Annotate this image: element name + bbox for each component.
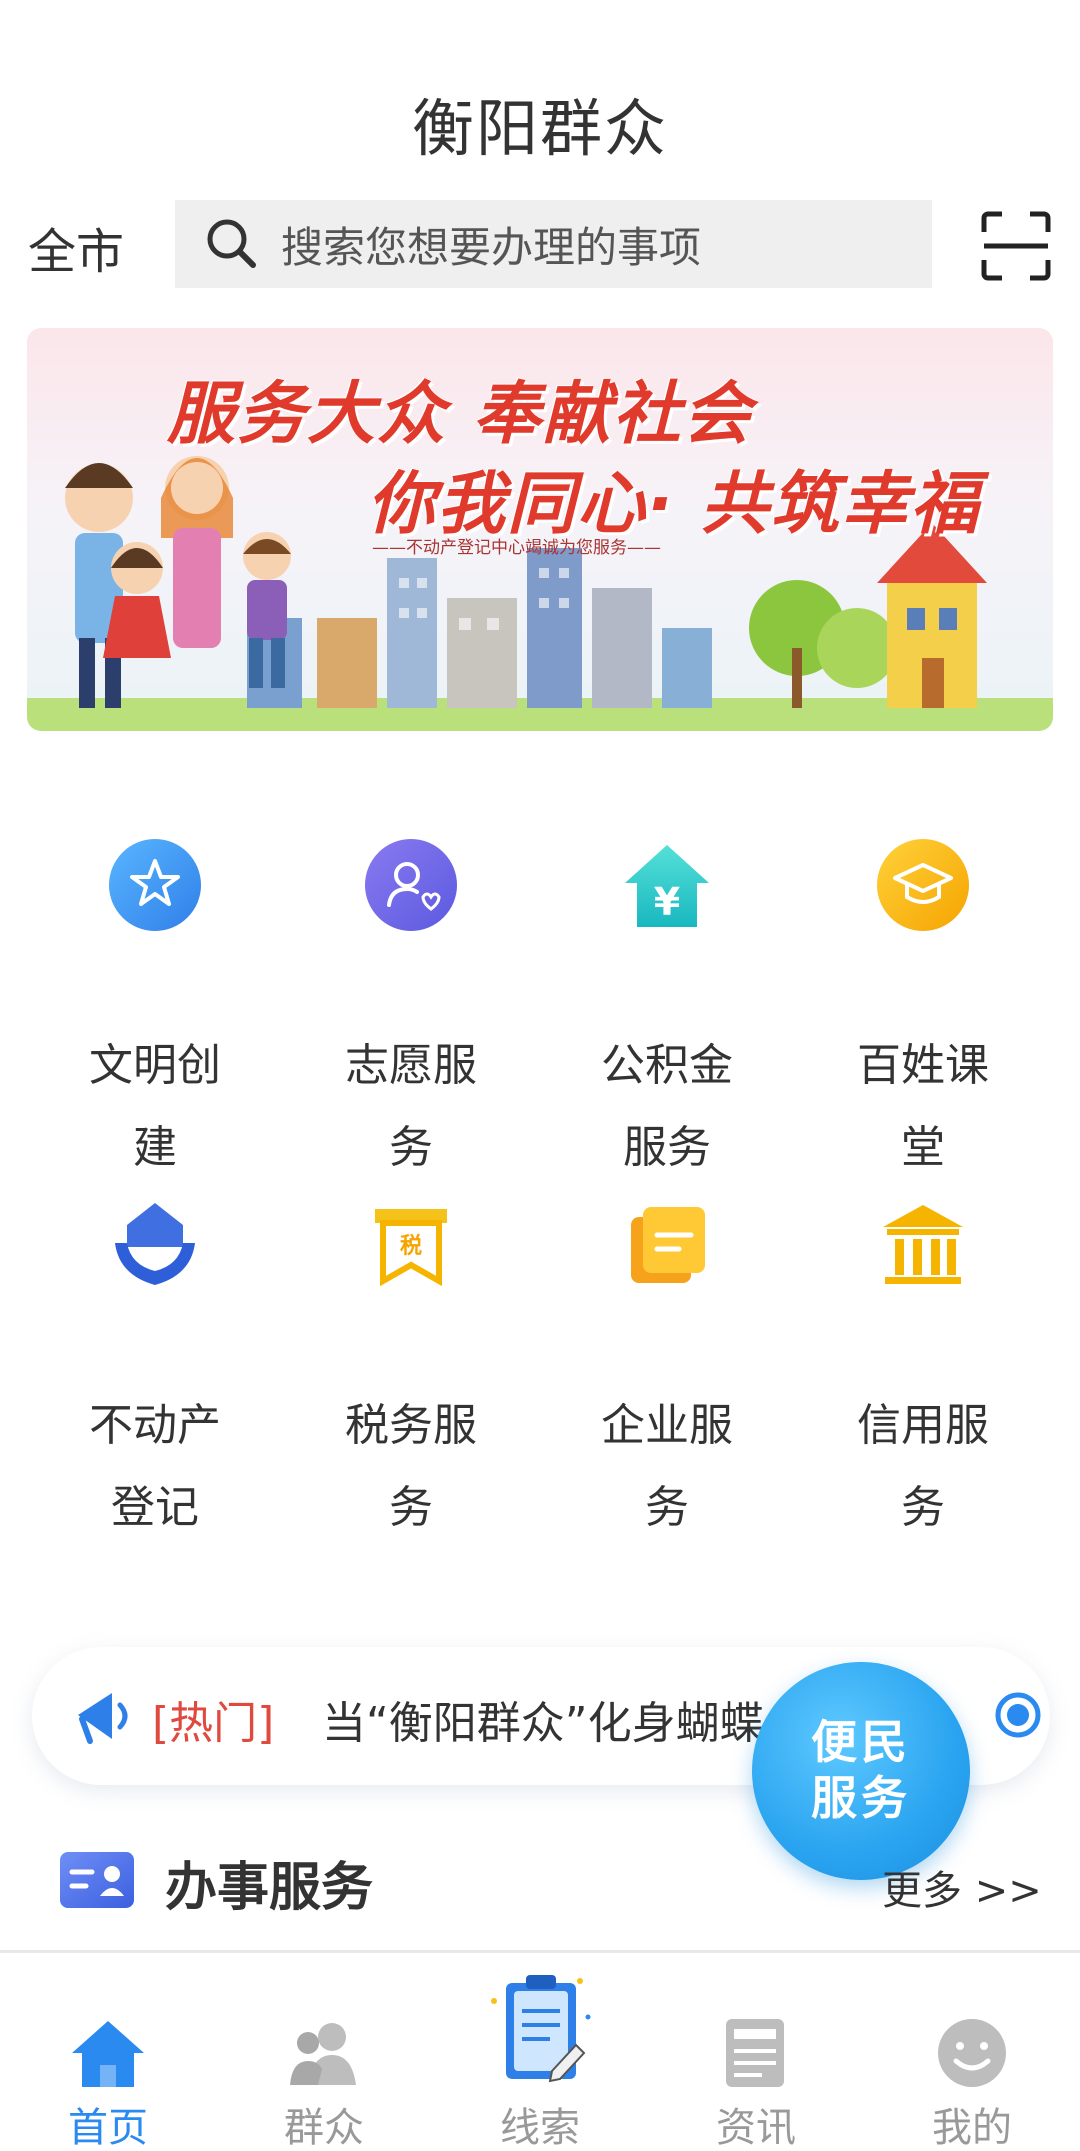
megaphone-icon [78, 1693, 128, 1744]
fab-line-2: 服务 [811, 1771, 911, 1825]
service-property[interactable]: 不动产登记 [27, 1195, 283, 1549]
section-title: 办事服务 [165, 1858, 374, 1918]
tab-label: 首页 [68, 2105, 148, 2151]
scan-icon[interactable] [980, 210, 1052, 282]
service-label: 志愿服务 [345, 1040, 477, 1173]
tab-people[interactable]: 群众 [216, 1953, 432, 2151]
smile-icon [938, 2019, 1006, 2087]
promo-banner[interactable]: 服务大众 奉献社会 你我同心· 共筑幸福 ——不动产登记中心竭诚为您服务—— [27, 328, 1053, 731]
service-label: 信用服务 [857, 1400, 989, 1533]
tab-label: 我的 [932, 2105, 1012, 2151]
bottom-tab-bar: 首页 群众 线索 资讯 我的 [0, 1950, 1080, 2151]
tab-mine[interactable]: 我的 [864, 1953, 1080, 2151]
service-housing-fund[interactable]: ¥ 公积金服务 [539, 835, 795, 1189]
service-label: 企业服务 [601, 1400, 733, 1533]
banner-caption: ——不动产登记中心竭诚为您服务—— [372, 538, 661, 558]
search-placeholder: 搜索您想要办理的事项 [281, 222, 702, 272]
more-link[interactable]: 更多 >> [882, 1858, 1042, 1916]
service-label: 百姓课堂 [857, 1040, 989, 1173]
service-label: 公积金服务 [601, 1040, 733, 1173]
tab-home[interactable]: 首页 [0, 1953, 216, 2151]
banner-slogan-1: 服务大众 奉献社会 [167, 375, 753, 454]
service-wenming[interactable]: 文明创建 [27, 835, 283, 1189]
news-icon [726, 2019, 784, 2087]
tab-clues[interactable]: 线索 [432, 1953, 648, 2151]
svg-text:税: 税 [400, 1233, 422, 1259]
home-icon [72, 2021, 144, 2087]
search-icon [207, 219, 256, 268]
id-card-icon [60, 1852, 134, 1908]
tab-label: 群众 [284, 2105, 364, 2151]
tab-news[interactable]: 资讯 [648, 1953, 864, 2151]
tab-label: 资讯 [716, 2105, 796, 2151]
flower-icon [109, 839, 201, 931]
service-volunteer[interactable]: 志愿服务 [283, 835, 539, 1189]
tab-label: 线索 [500, 2105, 580, 2151]
convenience-service-button[interactable]: 便民 服务 [752, 1662, 970, 1880]
document-icon [631, 1207, 705, 1283]
fab-line-1: 便民 [811, 1715, 911, 1769]
svg-text:¥: ¥ [654, 880, 680, 924]
search-input[interactable]: 搜索您想要办理的事项 [175, 200, 932, 288]
service-label: 税务服务 [345, 1400, 477, 1533]
service-credit[interactable]: 信用服务 [795, 1195, 1051, 1549]
hot-tag: [热门] [152, 1698, 275, 1749]
radio-dot-icon [995, 1692, 1041, 1738]
housing-fund-icon: ¥ [625, 845, 709, 927]
property-hands-icon [115, 1203, 195, 1285]
service-label: 不动产登记 [89, 1400, 221, 1533]
tax-ribbon-icon: 税 [375, 1209, 447, 1287]
service-label: 文明创建 [89, 1040, 221, 1173]
page-title: 衡阳群众 [411, 92, 668, 165]
service-tax[interactable]: 税 税务服务 [283, 1195, 539, 1549]
service-enterprise[interactable]: 企业服务 [539, 1195, 795, 1549]
graduation-cap-icon [877, 839, 969, 931]
clipboard-icon [491, 1975, 591, 2083]
city-selector[interactable]: 全市 [28, 212, 124, 282]
people-icon [290, 2023, 356, 2085]
service-classroom[interactable]: 百姓课堂 [795, 835, 1051, 1189]
volunteer-icon [365, 839, 457, 931]
bank-icon [883, 1205, 963, 1284]
